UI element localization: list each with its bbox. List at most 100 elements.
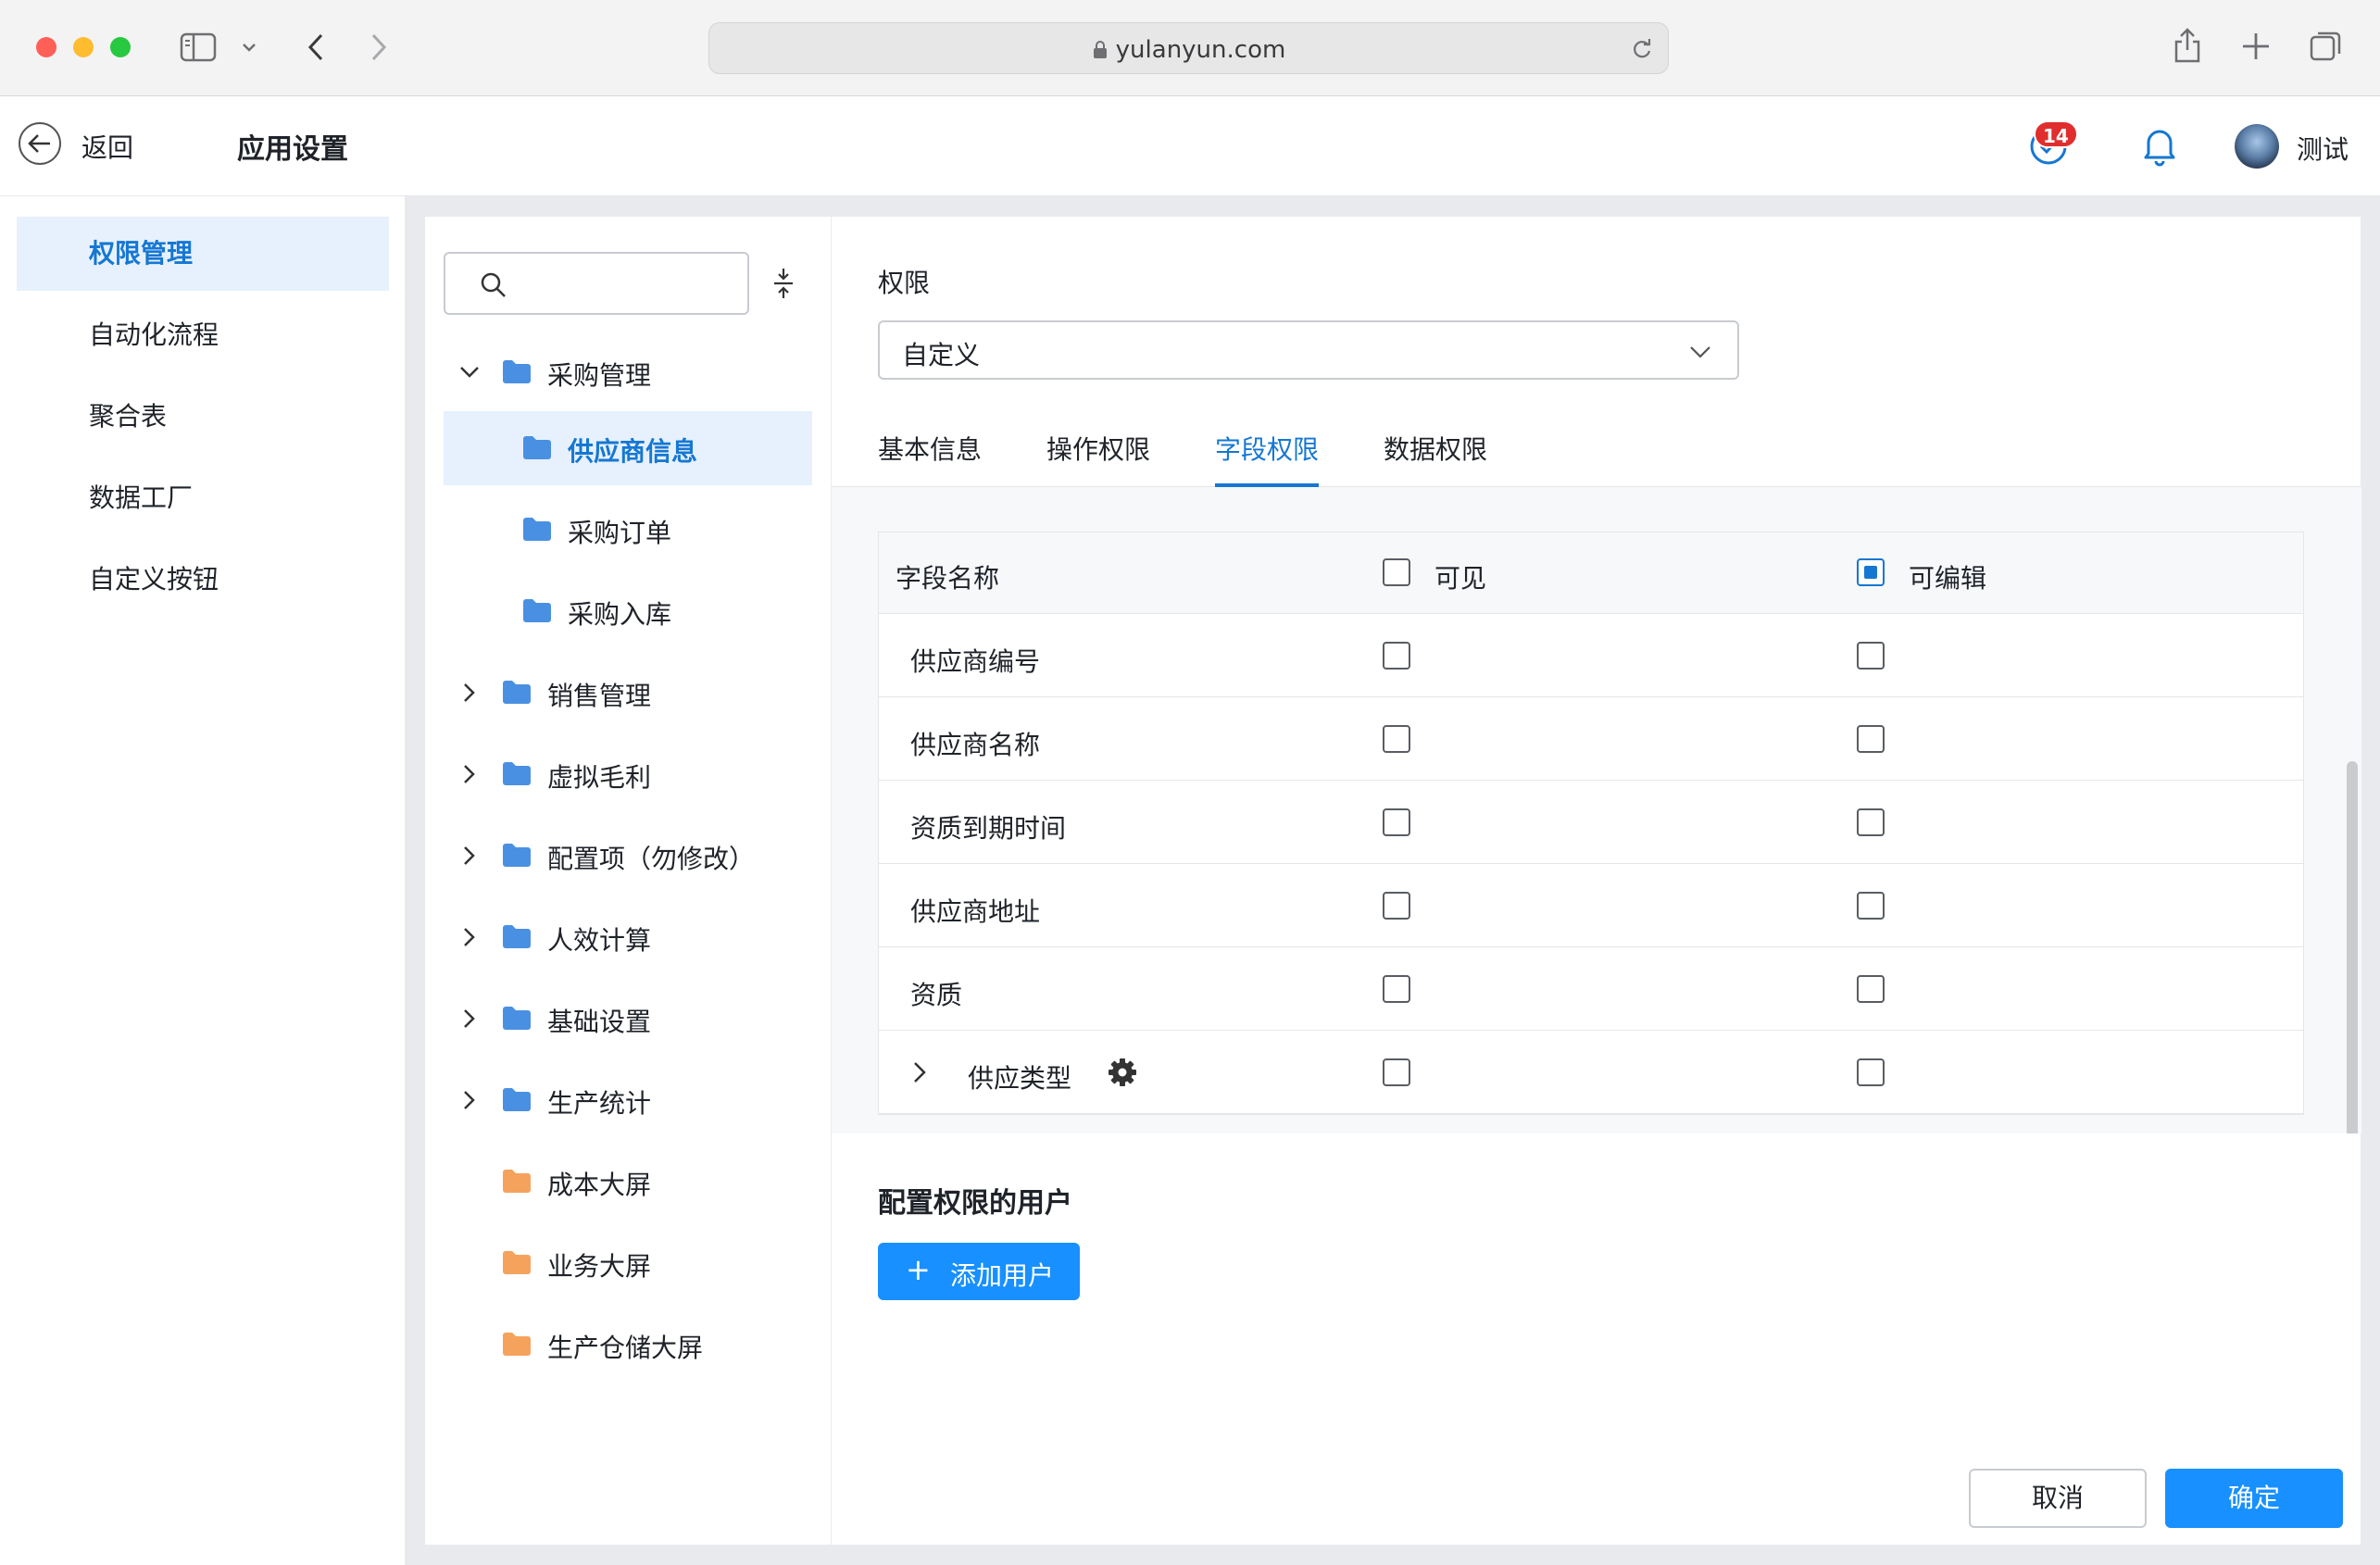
sidebar-item-aggregate-table[interactable]: 聚合表 [17,380,389,454]
url-label: yulanyun.com [1115,36,1286,64]
confirm-button[interactable]: 确定 [2165,1469,2343,1528]
visible-checkbox[interactable] [1383,725,1410,753]
new-tab-icon[interactable] [2239,30,2273,63]
chevron-down-icon[interactable] [457,359,482,385]
visible-checkbox[interactable] [1383,892,1410,920]
reload-icon[interactable] [1629,36,1655,62]
app-header: 返回 应用设置 14 测试 [0,96,2380,196]
visible-checkbox[interactable] [1383,808,1410,836]
tab-data-permissions[interactable]: 数据权限 [1384,430,1487,487]
visible-checkbox[interactable] [1383,642,1410,670]
tab-overview-icon[interactable] [2308,28,2345,65]
back-label[interactable]: 返回 [81,128,133,165]
permission-label: 权限 [878,268,931,298]
tree-item[interactable]: 供应商信息 [444,411,812,485]
folder-icon [503,762,531,785]
editable-checkbox[interactable] [1857,725,1885,753]
visible-checkbox[interactable] [1383,1058,1410,1086]
tree-item[interactable]: 采购入库 [444,574,812,648]
field-name: 供应商地址 [910,896,1041,927]
chevron-down-icon [1690,346,1710,358]
todo-count-badge: 14 [2034,120,2078,148]
minimize-window-button[interactable] [73,37,94,57]
back-button[interactable] [19,122,61,165]
tree-search-input[interactable] [444,252,749,315]
folder-icon [523,436,551,459]
gear-icon[interactable] [1107,1057,1138,1088]
sidebar-item-permissions[interactable]: 权限管理 [17,217,389,291]
editable-checkbox[interactable] [1857,975,1885,1003]
tree-item-label: 采购管理 [547,360,652,391]
tab-field-permissions[interactable]: 字段权限 [1215,430,1320,487]
folder-icon [503,925,531,948]
form-tree-panel: 采购管理供应商信息采购订单 采购入库销售管理 虚拟毛利配置项（勿修改） 人效计算基础设… [425,217,831,1545]
table-row: 供应类型 [879,1031,2303,1114]
tree-item[interactable]: 生产统计 [444,1063,812,1137]
field-name: 供应类型 [968,1063,1072,1094]
tree-item-label: 人效计算 [547,925,652,956]
sidebar-toggle-icon[interactable] [179,28,218,67]
bell-icon[interactable] [2139,124,2180,167]
tree-item[interactable]: 采购管理 [444,335,812,409]
avatar[interactable] [2235,124,2279,169]
chevron-right-icon[interactable] [457,843,482,869]
tab-operation-permissions[interactable]: 操作权限 [1046,430,1150,487]
user-name[interactable]: 测试 [2297,130,2349,167]
editable-checkbox[interactable] [1857,892,1885,920]
field-permissions-table: 字段名称 可见 可编辑 供应商编号 供应商名称 资质到期时间 供应商地址 资质 供应类型 [878,532,2304,1115]
address-bar[interactable]: yulanyun.com [708,22,1669,74]
close-window-button[interactable] [36,37,56,57]
tree-item[interactable]: 生产仓储大屏 [444,1308,812,1382]
arrow-left-icon [28,134,50,153]
share-icon[interactable] [2171,24,2204,67]
chevron-right-icon[interactable] [457,761,482,787]
cancel-button[interactable]: 取消 [1969,1469,2147,1528]
tree-item-label: 基础设置 [547,1007,652,1037]
table-row: 供应商地址 [879,864,2303,947]
table-scrollbar[interactable] [2347,761,2358,1133]
table-row: 供应商编号 [879,614,2303,697]
zoom-window-button[interactable] [110,37,131,57]
tree-item[interactable]: 销售管理 [444,656,812,730]
permission-select[interactable]: 自定义 [878,320,1739,380]
chevron-right-icon[interactable] [457,924,482,950]
tree-item[interactable]: 基础设置 [444,982,812,1056]
chevron-right-icon[interactable] [907,1058,933,1086]
chevron-down-icon[interactable] [239,37,259,57]
tree-item[interactable]: 业务大屏 [444,1226,812,1300]
tree-item[interactable]: 配置项（勿修改） [444,819,812,893]
tab-basic-info[interactable]: 基本信息 [878,430,982,487]
permission-select-value: 自定义 [902,340,981,370]
tree-item-label: 成本大屏 [547,1170,652,1200]
plus-icon: + [906,1252,931,1287]
chevron-right-icon[interactable] [457,1087,482,1113]
tree-item[interactable]: 虚拟毛利 [444,737,812,811]
editable-all-checkbox[interactable] [1857,558,1885,586]
chevron-right-icon[interactable] [457,680,482,706]
add-user-label: 添加用户 [950,1260,1055,1291]
field-name: 供应商编号 [910,646,1041,677]
sidebar-item-automation[interactable]: 自动化流程 [17,298,389,372]
visible-all-checkbox[interactable] [1383,558,1410,586]
chevron-right-icon[interactable] [457,1006,482,1032]
sidebar-item-data-factory[interactable]: 数据工厂 [17,461,389,535]
folder-icon [503,1007,531,1030]
editable-checkbox[interactable] [1857,642,1885,670]
collapse-all-icon[interactable] [770,267,797,300]
folder-icon [503,1170,531,1193]
field-name: 供应商名称 [910,730,1041,760]
add-user-button[interactable]: + 添加用户 [878,1243,1080,1300]
url-text: yulanyun.com [709,36,1668,64]
tree-item[interactable]: 成本大屏 [444,1145,812,1219]
tree-item[interactable]: 人效计算 [444,900,812,974]
forward-nav-icon[interactable] [359,28,396,67]
column-header-field-name: 字段名称 [896,563,1000,594]
tree-item[interactable]: 采购订单 [444,493,812,567]
field-name: 资质到期时间 [910,813,1067,844]
folder-icon [523,518,551,541]
sidebar-item-custom-button[interactable]: 自定义按钮 [17,543,389,617]
back-nav-icon[interactable] [298,28,335,67]
editable-checkbox[interactable] [1857,1058,1885,1086]
editable-checkbox[interactable] [1857,808,1885,836]
visible-checkbox[interactable] [1383,975,1410,1003]
